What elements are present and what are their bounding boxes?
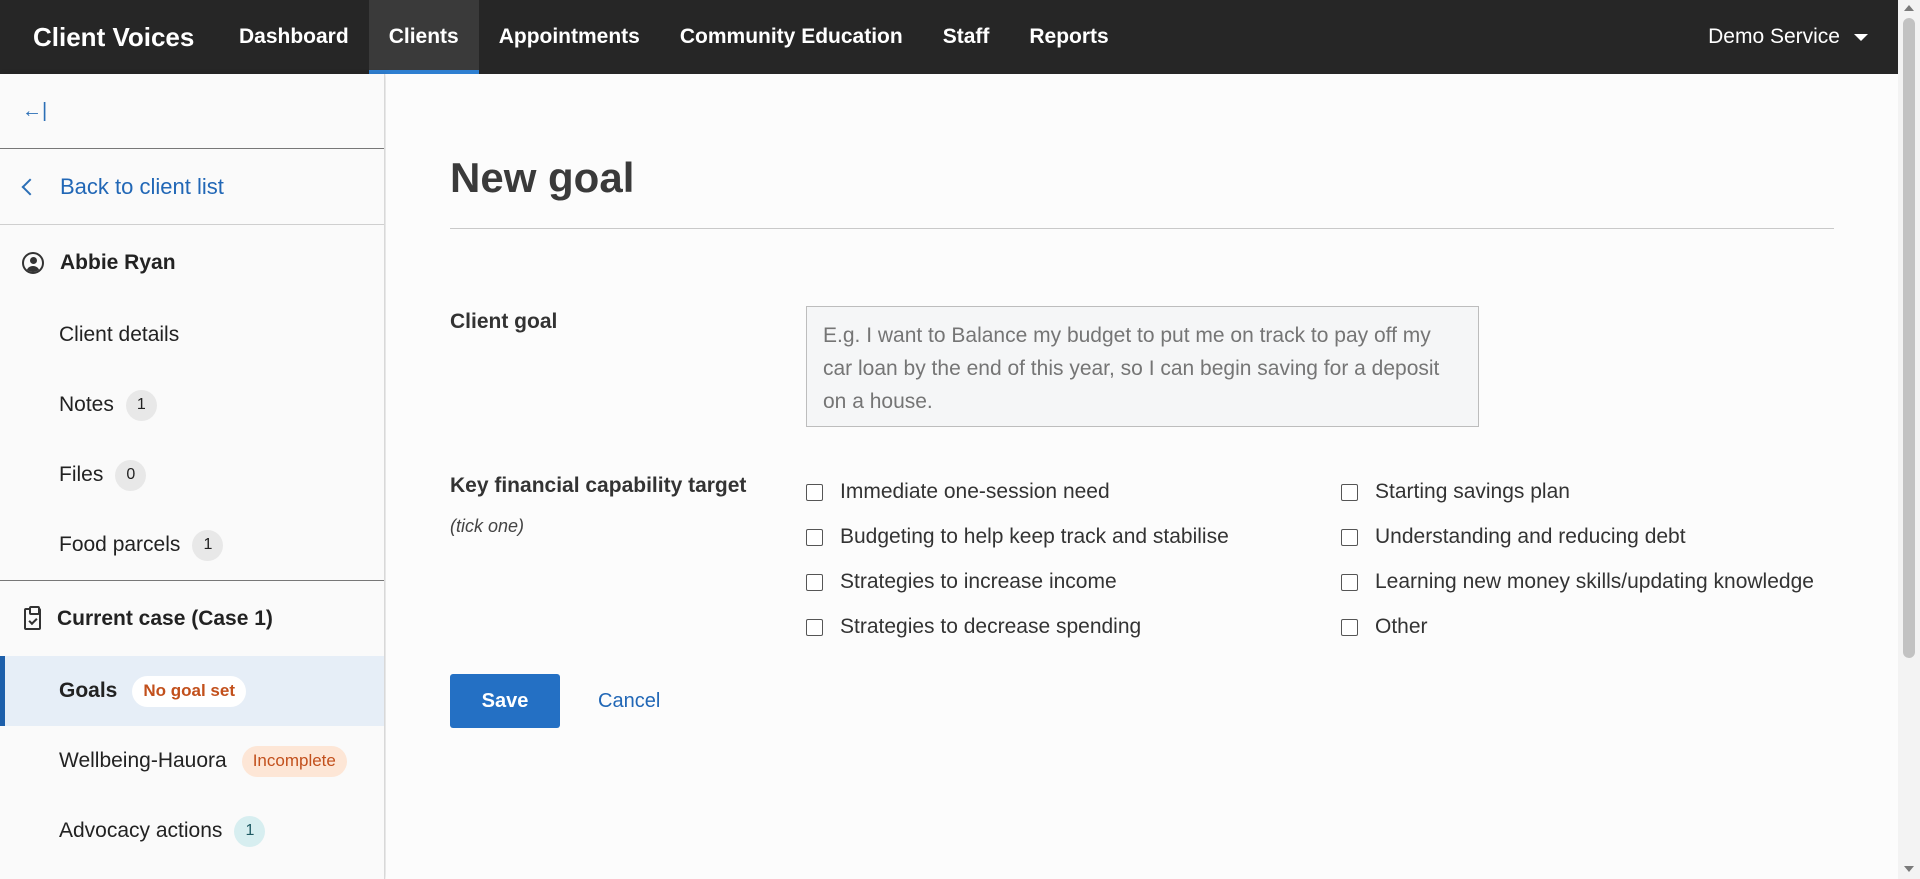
sidebar: ←| Back to client list Abbie Ryan Client… (0, 74, 385, 879)
client-goal-label: Client goal (450, 310, 558, 333)
option-label: Other (1375, 615, 1428, 638)
client-name: Abbie Ryan (60, 250, 176, 274)
sidebar-item-label: Advocacy actions (59, 819, 223, 842)
nav-dashboard[interactable]: Dashboard (219, 0, 369, 74)
sidebar-item-label: Files (59, 463, 104, 486)
option-label: Immediate one-session need (840, 480, 1110, 503)
sidebar-item-wellbeing[interactable]: Wellbeing-Hauora Incomplete (0, 726, 384, 796)
sidebar-item-label: Wellbeing-Hauora (59, 749, 227, 772)
chevron-left-icon (21, 178, 39, 195)
option-decrease-spending[interactable]: Strategies to decrease spending (806, 615, 1141, 639)
checkbox[interactable] (806, 483, 823, 501)
nav-reports[interactable]: Reports (1009, 0, 1128, 74)
checkbox[interactable] (1341, 483, 1358, 501)
option-reducing-debt[interactable]: Understanding and reducing debt (1341, 525, 1686, 549)
target-label: Key financial capability target (450, 474, 747, 497)
count-badge: 0 (115, 459, 147, 491)
checkbox[interactable] (806, 528, 823, 546)
sidebar-item-food-parcels[interactable]: Food parcels 1 (0, 510, 384, 580)
sidebar-item-label: Notes (59, 393, 114, 416)
option-immediate-need[interactable]: Immediate one-session need (806, 480, 1110, 504)
checkbox[interactable] (1341, 528, 1358, 546)
case-header: Current case (Case 1) (0, 581, 384, 656)
option-other[interactable]: Other (1341, 615, 1428, 639)
count-badge: 1 (125, 389, 157, 421)
main-content: New goal Client goal Key financial capab… (386, 74, 1898, 879)
sidebar-item-client-details[interactable]: Client details (0, 300, 384, 370)
nav-appointments[interactable]: Appointments (479, 0, 660, 74)
sidebar-item-advocacy-actions[interactable]: Advocacy actions 1 (0, 796, 384, 866)
checkbox[interactable] (806, 618, 823, 636)
person-icon (22, 251, 44, 274)
back-link-label[interactable]: Back to client list (60, 174, 224, 200)
checkbox[interactable] (1341, 573, 1358, 591)
scrollbar-thumb[interactable] (1903, 18, 1915, 658)
nav-staff[interactable]: Staff (923, 0, 1010, 74)
option-label: Starting savings plan (1375, 480, 1570, 503)
option-increase-income[interactable]: Strategies to increase income (806, 570, 1117, 594)
brand-logo[interactable]: Client Voices (0, 0, 219, 74)
page-title: New goal (450, 154, 635, 201)
scroll-up-icon[interactable] (1904, 5, 1914, 11)
sidebar-item-files[interactable]: Files 0 (0, 440, 384, 510)
option-savings-plan[interactable]: Starting savings plan (1341, 480, 1570, 504)
checkbox[interactable] (806, 573, 823, 591)
service-label: Demo Service (1708, 25, 1840, 48)
option-budgeting[interactable]: Budgeting to help keep track and stabili… (806, 525, 1229, 549)
option-money-skills[interactable]: Learning new money skills/updating knowl… (1341, 570, 1814, 594)
status-badge: Incomplete (241, 745, 347, 777)
option-label: Learning new money skills/updating knowl… (1375, 570, 1814, 593)
option-label: Strategies to decrease spending (840, 615, 1142, 638)
sidebar-item-notes[interactable]: Notes 1 (0, 370, 384, 440)
target-hint: (tick one) (450, 516, 525, 536)
title-divider (450, 228, 1834, 229)
option-label: Understanding and reducing debt (1375, 525, 1686, 548)
count-badge: 1 (234, 815, 266, 847)
top-navigation: Client Voices Dashboard Clients Appointm… (0, 0, 1898, 74)
sidebar-item-goals[interactable]: Goals No goal set (0, 656, 384, 726)
scroll-down-icon[interactable] (1904, 866, 1914, 872)
sidebar-item-label: Food parcels (59, 533, 181, 556)
checkbox[interactable] (1341, 618, 1358, 636)
case-title: Current case (Case 1) (57, 606, 273, 630)
save-button[interactable]: Save (450, 674, 560, 728)
option-label: Budgeting to help keep track and stabili… (840, 525, 1229, 548)
back-to-client-list[interactable]: Back to client list (0, 149, 384, 225)
nav-community-education[interactable]: Community Education (660, 0, 923, 74)
sidebar-item-label: Client details (59, 323, 180, 346)
sidebar-collapse-row: ←| (0, 74, 384, 149)
cancel-link[interactable]: Cancel (598, 690, 660, 713)
status-badge: No goal set (132, 675, 246, 707)
sidebar-item-label: Goals (59, 679, 118, 702)
client-goal-input[interactable] (806, 306, 1479, 427)
service-dropdown[interactable]: Demo Service (1708, 0, 1898, 74)
nav-clients[interactable]: Clients (368, 0, 479, 74)
option-label: Strategies to increase income (840, 570, 1117, 593)
caret-down-icon (1854, 33, 1868, 41)
collapse-sidebar-icon[interactable]: ←| (22, 100, 47, 123)
clipboard-icon (24, 605, 41, 630)
count-badge: 1 (192, 529, 224, 561)
client-header: Abbie Ryan (0, 225, 384, 300)
